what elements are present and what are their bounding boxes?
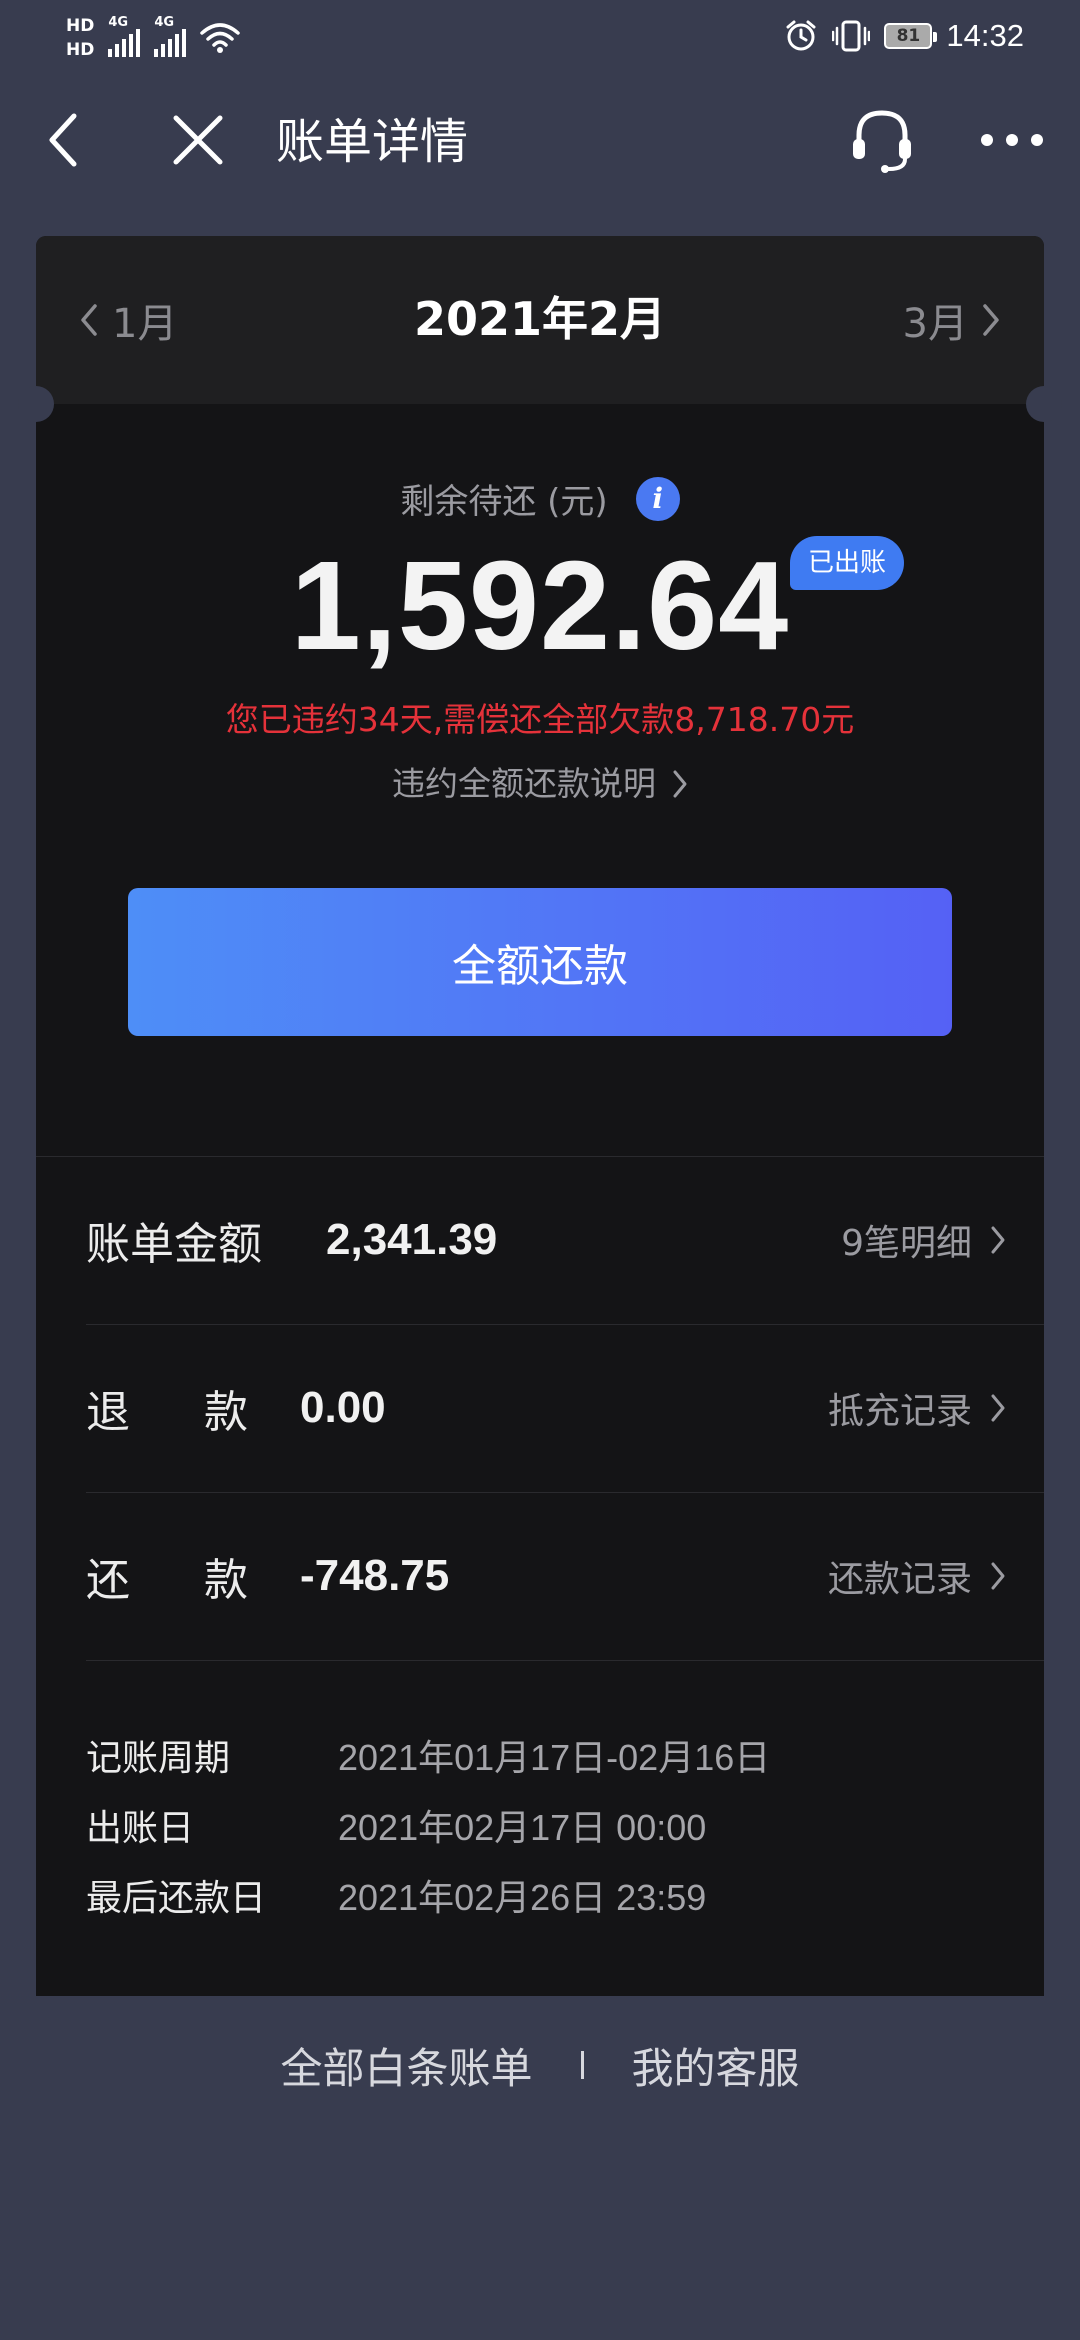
network-type-1: 4G [108, 15, 129, 30]
month-switcher: 1月 2021年2月 3月 [36, 236, 1044, 404]
refund-label-b: 款 [204, 1387, 248, 1438]
overdue-notice: 您已违约34天,需偿还全部欠款8,718.70元 [225, 700, 855, 739]
battery-level: 81 [896, 26, 921, 46]
page-title: 账单详情 [276, 114, 469, 170]
back-icon [49, 113, 77, 167]
signal-icon: 4G [154, 15, 187, 57]
bill-amount-label: 账单金额 [86, 1219, 262, 1270]
hd-badge-1: HD [66, 16, 95, 36]
full-repay-button[interactable]: 全额还款 [128, 888, 952, 1036]
overdue-explain-link[interactable]: 违约全额还款说明 [36, 760, 1044, 808]
repayment-value: -748.75 [300, 1551, 450, 1600]
repayment-record-label: 还款记录 [827, 1559, 972, 1600]
more-icon [981, 134, 1043, 146]
repayment-label-b: 款 [204, 1555, 248, 1606]
bill-period-info: 记账周期 2021年01月17日-02月16日 出账日 2021年02月17日 … [86, 1720, 1006, 1930]
clock: 14:32 [946, 18, 1024, 53]
chevron-right-icon [991, 1226, 1005, 1254]
next-month-button[interactable]: 3月 [903, 290, 1000, 350]
close-icon [173, 115, 223, 165]
alarm-icon [786, 20, 816, 51]
hd-indicators: HD HD [66, 16, 94, 60]
refund-value: 0.00 [300, 1383, 386, 1432]
overdue-explain-label: 违约全额还款说明 [392, 764, 656, 803]
repayment-record-link[interactable]: 还款记录 [828, 1492, 1006, 1660]
info-row-statement-date: 出账日 2021年02月17日 00:00 [86, 1790, 1006, 1860]
chevron-right-icon [673, 770, 687, 798]
chevron-right-icon [983, 304, 999, 336]
my-service-link[interactable]: 我的客服 [632, 2035, 800, 2096]
row-divider [86, 1660, 1044, 1661]
period-value: 2021年01月17日-02月16日 [338, 1737, 771, 1778]
offset-record-label: 抵充记录 [827, 1391, 972, 1432]
battery-icon: 81 [884, 23, 938, 49]
bill-detail-label: 9笔明细 [841, 1223, 972, 1264]
bill-card: 1月 2021年2月 3月 剩余待还 (元) i 1,592.64 已出账 您已… [18, 236, 1062, 1996]
signal-icon: 4G [108, 15, 141, 57]
footer-separator [580, 2051, 584, 2079]
nav-bar: 账单详情 [0, 72, 1080, 212]
vibrate-icon [832, 20, 871, 52]
card-notch-left [18, 386, 54, 422]
bill-detail-link[interactable]: 9笔明细 [841, 1156, 1006, 1324]
status-left: HD HD 4G 4G [66, 8, 241, 68]
status-badge: 已出账 [790, 536, 905, 590]
bill-amount-row: 账单金额 2,341.39 9笔明细 [86, 1156, 1006, 1324]
more-button[interactable] [974, 102, 1050, 178]
close-button[interactable] [160, 102, 236, 178]
hd-badge-2: HD [66, 40, 95, 60]
info-icon[interactable]: i [635, 476, 680, 521]
next-month-label: 3月 [902, 301, 968, 347]
refund-row: 退 款 0.00 抵充记录 [86, 1324, 1006, 1492]
back-button[interactable] [26, 102, 102, 178]
wifi-icon [200, 23, 241, 53]
customer-service-button[interactable] [844, 102, 920, 178]
remaining-label: 剩余待还 (元) [400, 482, 608, 522]
headset-icon [853, 110, 911, 173]
repayment-label-a: 还 [86, 1555, 130, 1606]
chevron-right-icon [991, 1562, 1005, 1590]
status-right: 81 14:32 [784, 14, 1024, 58]
footer-links: 全部白条账单 我的客服 [0, 2030, 1080, 2100]
due-date-label: 最后还款日 [86, 1878, 267, 1919]
offset-record-link[interactable]: 抵充记录 [828, 1324, 1006, 1492]
refund-label-a: 退 [86, 1387, 130, 1438]
card-notch-right [1026, 386, 1062, 422]
info-row-period: 记账周期 2021年01月17日-02月16日 [86, 1720, 1006, 1790]
due-date-value: 2021年02月26日 23:59 [338, 1877, 707, 1918]
period-label: 记账周期 [86, 1738, 231, 1779]
bill-amount-value: 2,341.39 [326, 1215, 498, 1264]
network-type-2: 4G [154, 15, 175, 30]
chevron-right-icon [991, 1394, 1005, 1422]
info-row-due-date: 最后还款日 2021年02月26日 23:59 [86, 1860, 1006, 1930]
all-bills-link[interactable]: 全部白条账单 [280, 2035, 532, 2096]
repayment-row: 还 款 -748.75 还款记录 [86, 1492, 1006, 1660]
statement-date-label: 出账日 [86, 1808, 195, 1849]
statement-date-value: 2021年02月17日 00:00 [338, 1807, 707, 1848]
current-month: 2021年2月 [413, 292, 667, 346]
remaining-label-row: 剩余待还 (元) i [36, 474, 1044, 523]
status-bar: HD HD 4G 4G 81 14:32 [0, 0, 1080, 72]
